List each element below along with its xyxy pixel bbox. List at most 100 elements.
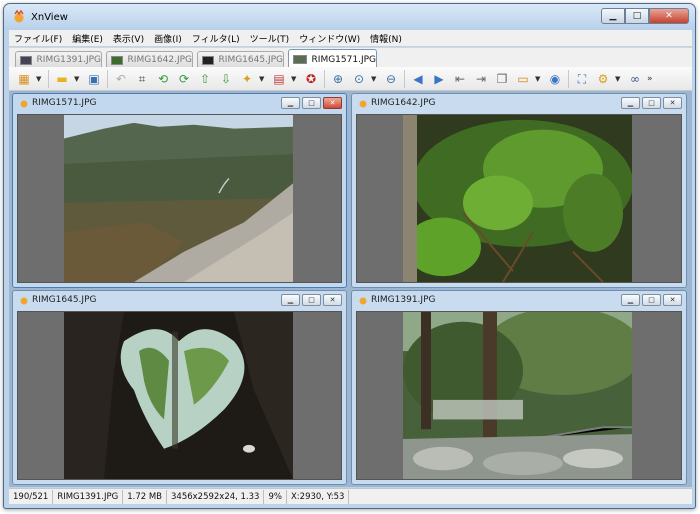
image-viewport[interactable] [356, 114, 682, 283]
image-window-rimg1645[interactable]: RIMG1645.JPG ▁ □ ✕ [12, 290, 347, 485]
child-maximize-button[interactable]: □ [302, 97, 321, 109]
tab-thumbnail [20, 55, 32, 65]
status-dimensions: 3456x2592x24, 1.33 [167, 489, 265, 504]
menu-edit[interactable]: 編集(E) [67, 32, 108, 45]
xnview-logo-icon [359, 100, 367, 108]
child-minimize-button[interactable]: ▁ [621, 97, 640, 109]
menu-bar: ファイル(F) 編集(E) 表示(V) 画像(I) フィルタ(L) ツール(T)… [9, 30, 692, 46]
child-maximize-button[interactable]: □ [642, 294, 661, 306]
rotate-right-icon[interactable]: ⟳ [175, 70, 193, 88]
image-viewport[interactable] [356, 311, 682, 480]
chevron-down-icon[interactable]: ▼ [259, 75, 266, 83]
next-icon[interactable]: ▶ [430, 70, 448, 88]
child-title-bar[interactable]: RIMG1571.JPG ▁ □ ✕ [13, 94, 346, 112]
status-filename: RIMG1391.JPG [53, 489, 124, 504]
child-title-bar[interactable]: RIMG1645.JPG ▁ □ ✕ [13, 291, 346, 309]
first-icon[interactable]: ⇤ [451, 70, 469, 88]
app-window: XnView ▁ □ ✕ ファイル(F) 編集(E) 表示(V) 画像(I) フ… [3, 3, 696, 509]
child-caption-buttons: ▁ □ ✕ [621, 294, 682, 306]
forest-stream-photo [403, 312, 632, 479]
capture-icon[interactable]: ◉ [546, 70, 564, 88]
color-icon[interactable]: ▤ [270, 70, 288, 88]
menu-tools[interactable]: ツール(T) [245, 32, 295, 45]
crop-icon[interactable]: ⌗ [133, 70, 151, 88]
xnview-logo-icon [20, 297, 28, 305]
image-window-rimg1391[interactable]: RIMG1391.JPG ▁ □ ✕ [351, 290, 687, 485]
tree-hollow-photo [64, 312, 293, 479]
child-maximize-button[interactable]: □ [302, 294, 321, 306]
zoom-out-icon[interactable]: ⊖ [382, 70, 400, 88]
document-tabs: RIMG1391.JPG RIMG1642.JPG RIMG1645.JPG R… [9, 47, 692, 69]
menu-info[interactable]: 情報(N) [365, 32, 407, 45]
image-viewport[interactable] [17, 311, 342, 480]
child-close-button[interactable]: ✕ [663, 97, 682, 109]
menu-window[interactable]: ウィンドウ(W) [294, 32, 365, 45]
child-minimize-button[interactable]: ▁ [621, 294, 640, 306]
last-icon[interactable]: ⇥ [472, 70, 490, 88]
undo-icon[interactable]: ↶ [112, 70, 130, 88]
export-icon[interactable]: ⇧ [196, 70, 214, 88]
status-coordinates: X:2930, Y:53 [287, 489, 350, 504]
child-title-bar[interactable]: RIMG1642.JPG ▁ □ ✕ [352, 94, 686, 112]
copy-icon[interactable]: ❐ [493, 70, 511, 88]
toolbar-overflow[interactable]: » [647, 74, 654, 84]
rotate-left-icon[interactable]: ⟲ [154, 70, 172, 88]
chevron-down-icon[interactable]: ▼ [615, 75, 622, 83]
prev-icon[interactable]: ◀ [409, 70, 427, 88]
child-close-button[interactable]: ✕ [323, 97, 342, 109]
mountain-photo [64, 115, 293, 282]
child-title: RIMG1391.JPG [371, 295, 436, 305]
tab-rimg1571[interactable]: RIMG1571.JPG [288, 49, 377, 69]
tab-thumbnail [111, 55, 123, 65]
binoculars-icon[interactable]: ∞ [626, 70, 644, 88]
import-icon[interactable]: ⇩ [217, 70, 235, 88]
status-bar: 190/521 RIMG1391.JPG 1.72 MB 3456x2592x2… [9, 488, 692, 504]
slideshow-icon[interactable]: ▭ [514, 70, 532, 88]
toolbar-separator [324, 69, 325, 88]
tab-rimg1391[interactable]: RIMG1391.JPG [15, 51, 102, 68]
tab-rimg1645[interactable]: RIMG1645.JPG [197, 51, 284, 68]
child-close-button[interactable]: ✕ [323, 294, 342, 306]
menu-image[interactable]: 画像(I) [149, 32, 187, 45]
child-title: RIMG1642.JPG [371, 98, 436, 108]
image-window-rimg1571[interactable]: RIMG1571.JPG ▁ □ ✕ [12, 93, 347, 288]
main-toolbar: ▦ ▼ ▬ ▼ ▣ ↶ ⌗ ⟲ ⟳ ⇧ ⇩ ✦ ▼ ▤ ▼ ✪ ⊕ ⊙ ▼ ⊖ … [9, 67, 692, 91]
image-window-rimg1642[interactable]: RIMG1642.JPG ▁ □ ✕ [351, 93, 687, 288]
save-icon[interactable]: ▣ [85, 70, 103, 88]
open-folder-icon[interactable]: ▬ [53, 70, 71, 88]
zoom-in-icon[interactable]: ⊕ [329, 70, 347, 88]
child-caption-buttons: ▁ □ ✕ [281, 97, 342, 109]
image-viewport[interactable] [17, 114, 342, 283]
chevron-down-icon[interactable]: ▼ [74, 75, 81, 83]
minimize-button[interactable]: ▁ [601, 8, 625, 24]
window-title: XnView [31, 12, 68, 23]
browser-icon[interactable]: ▦ [15, 70, 33, 88]
child-minimize-button[interactable]: ▁ [281, 97, 300, 109]
menu-filter[interactable]: フィルタ(L) [187, 32, 245, 45]
menu-view[interactable]: 表示(V) [108, 32, 149, 45]
award-icon[interactable]: ✪ [302, 70, 320, 88]
convert-icon[interactable]: ✦ [238, 70, 256, 88]
child-maximize-button[interactable]: □ [642, 97, 661, 109]
child-title-bar[interactable]: RIMG1391.JPG ▁ □ ✕ [352, 291, 686, 309]
tab-rimg1642[interactable]: RIMG1642.JPG [106, 51, 193, 68]
chevron-down-icon[interactable]: ▼ [36, 75, 43, 83]
status-image-count: 190/521 [9, 489, 54, 504]
maximize-button[interactable]: □ [625, 8, 649, 24]
menu-file[interactable]: ファイル(F) [9, 32, 67, 45]
settings-icon[interactable]: ⚙ [594, 70, 612, 88]
mdi-workspace: RIMG1571.JPG ▁ □ ✕ RIMG1642.JPG ▁ □ ✕ RI… [9, 91, 692, 487]
zoom-icon[interactable]: ⊙ [350, 70, 368, 88]
moss-photo [403, 115, 632, 282]
chevron-down-icon[interactable]: ▼ [535, 75, 542, 83]
child-minimize-button[interactable]: ▁ [281, 294, 300, 306]
chevron-down-icon[interactable]: ▼ [291, 75, 298, 83]
child-caption-buttons: ▁ □ ✕ [621, 97, 682, 109]
close-button[interactable]: ✕ [649, 8, 689, 24]
child-close-button[interactable]: ✕ [663, 294, 682, 306]
chevron-down-icon[interactable]: ▼ [371, 75, 378, 83]
title-bar[interactable]: XnView ▁ □ ✕ [4, 4, 695, 30]
child-title: RIMG1571.JPG [32, 98, 97, 108]
fullscreen-icon[interactable]: ⛶ [573, 70, 591, 88]
tab-thumbnail [293, 55, 307, 64]
